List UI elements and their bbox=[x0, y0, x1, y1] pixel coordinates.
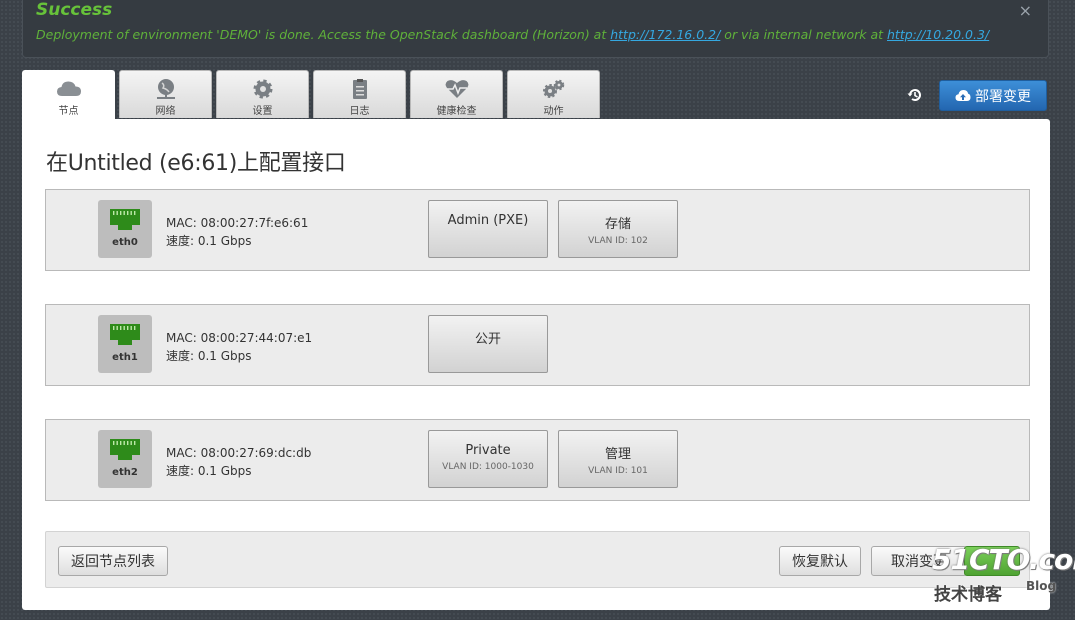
link-speed: 速度: 0.1 Gbps bbox=[166, 464, 252, 478]
heartbeat-icon bbox=[445, 80, 468, 98]
network-private[interactable]: Private VLAN ID: 1000-1030 bbox=[428, 430, 548, 488]
internal-network-link[interactable]: http://10.20.0.3/ bbox=[887, 27, 989, 42]
gears-icon bbox=[542, 79, 564, 98]
port-name: eth1 bbox=[112, 352, 138, 363]
watermark-tagline: 技术博客 bbox=[934, 585, 1002, 605]
form-footer: 返回节点列表 恢复默认 取消变更 bbox=[45, 531, 1030, 588]
alert-message: Deployment of environment 'DEMO' is done… bbox=[36, 27, 989, 42]
vlan-id: VLAN ID: 102 bbox=[588, 236, 648, 246]
tab-actions[interactable]: 动作 bbox=[507, 70, 600, 118]
network-name: 管理 bbox=[604, 447, 631, 462]
history-icon[interactable] bbox=[906, 86, 924, 104]
back-to-node-list-button[interactable]: 返回节点列表 bbox=[58, 546, 168, 576]
cloud-icon bbox=[56, 81, 81, 96]
interface-info: MAC: 08:00:27:44:07:e1 速度: 0.1 Gbps bbox=[166, 329, 312, 365]
alert-title: Success bbox=[36, 0, 113, 20]
tab-label: 日志 bbox=[349, 106, 370, 117]
interface-row-eth1: eth1 MAC: 08:00:27:44:07:e1 速度: 0.1 Gbps… bbox=[45, 304, 1030, 386]
load-defaults-button[interactable]: 恢复默认 bbox=[779, 546, 861, 576]
interface-row-eth0: eth0 MAC: 08:00:27:7f:e6:61 速度: 0.1 Gbps… bbox=[45, 189, 1030, 271]
port-name: eth0 bbox=[112, 237, 138, 248]
network-name: 公开 bbox=[474, 332, 501, 347]
success-alert: Success Deployment of environment 'DEMO'… bbox=[22, 0, 1049, 58]
tab-health-check[interactable]: 健康检查 bbox=[410, 70, 503, 118]
port-eth1[interactable]: eth1 bbox=[98, 315, 152, 373]
network-name: Admin (PXE) bbox=[447, 213, 529, 228]
tab-nodes[interactable]: 节点 bbox=[22, 70, 115, 120]
tab-label: 设置 bbox=[252, 106, 273, 117]
port-eth0[interactable]: eth0 bbox=[98, 200, 152, 258]
watermark: 51CTO.com 技术博客 Blog bbox=[932, 543, 1075, 609]
interface-row-eth2: eth2 MAC: 08:00:27:69:dc:db 速度: 0.1 Gbps… bbox=[45, 419, 1030, 501]
network-public[interactable]: 公开 bbox=[428, 315, 548, 373]
ethernet-port-icon bbox=[110, 439, 140, 460]
link-speed: 速度: 0.1 Gbps bbox=[166, 234, 252, 248]
interface-info: MAC: 08:00:27:69:dc:db 速度: 0.1 Gbps bbox=[166, 444, 311, 480]
ethernet-port-icon bbox=[110, 324, 140, 345]
horizon-link[interactable]: http://172.16.0.2/ bbox=[610, 27, 720, 42]
network-admin-pxe[interactable]: Admin (PXE) bbox=[428, 200, 548, 258]
network-management[interactable]: 管理 VLAN ID: 101 bbox=[558, 430, 678, 488]
tab-logs[interactable]: 日志 bbox=[313, 70, 406, 118]
network-name: 存储 bbox=[604, 217, 631, 232]
port-name: eth2 bbox=[112, 467, 138, 478]
tab-label: 健康检查 bbox=[436, 106, 477, 117]
tab-label: 节点 bbox=[58, 106, 79, 117]
vlan-id: VLAN ID: 101 bbox=[588, 466, 648, 476]
tab-label: 网络 bbox=[155, 106, 176, 117]
network-name: Private bbox=[465, 443, 511, 458]
cloud-upload-icon bbox=[955, 89, 971, 101]
tab-network[interactable]: 网络 bbox=[119, 70, 212, 118]
watermark-brand: 51CTO.com bbox=[932, 543, 1075, 576]
mac-address: MAC: 08:00:27:44:07:e1 bbox=[166, 331, 313, 345]
mac-address: MAC: 08:00:27:7f:e6:61 bbox=[166, 216, 309, 230]
ethernet-port-icon bbox=[110, 209, 140, 230]
alert-message-middle: or via internal network at bbox=[720, 27, 887, 42]
port-eth2[interactable]: eth2 bbox=[98, 430, 152, 488]
page-title: 在Untitled (e6:61)上配置接口 bbox=[46, 151, 346, 176]
network-storage[interactable]: 存储 VLAN ID: 102 bbox=[558, 200, 678, 258]
deploy-label: 部署变更 bbox=[975, 88, 1031, 105]
close-icon[interactable]: × bbox=[1019, 1, 1032, 20]
globe-network-icon bbox=[156, 79, 175, 99]
interface-info: MAC: 08:00:27:7f:e6:61 速度: 0.1 Gbps bbox=[166, 214, 308, 250]
tab-settings[interactable]: 设置 bbox=[216, 70, 309, 118]
gear-icon bbox=[253, 79, 272, 99]
mac-address: MAC: 08:00:27:69:dc:db bbox=[166, 446, 312, 460]
deploy-changes-button[interactable]: 部署变更 bbox=[939, 80, 1047, 111]
alert-message-prefix: Deployment of environment 'DEMO' is done… bbox=[36, 27, 611, 42]
link-speed: 速度: 0.1 Gbps bbox=[166, 349, 252, 363]
tab-label: 动作 bbox=[543, 106, 564, 117]
clipboard-icon bbox=[352, 79, 367, 99]
watermark-blog: Blog bbox=[1026, 579, 1057, 593]
interfaces-panel: 在Untitled (e6:61)上配置接口 eth0 MAC: 08:00:2… bbox=[22, 119, 1050, 610]
vlan-id: VLAN ID: 1000-1030 bbox=[442, 462, 534, 472]
